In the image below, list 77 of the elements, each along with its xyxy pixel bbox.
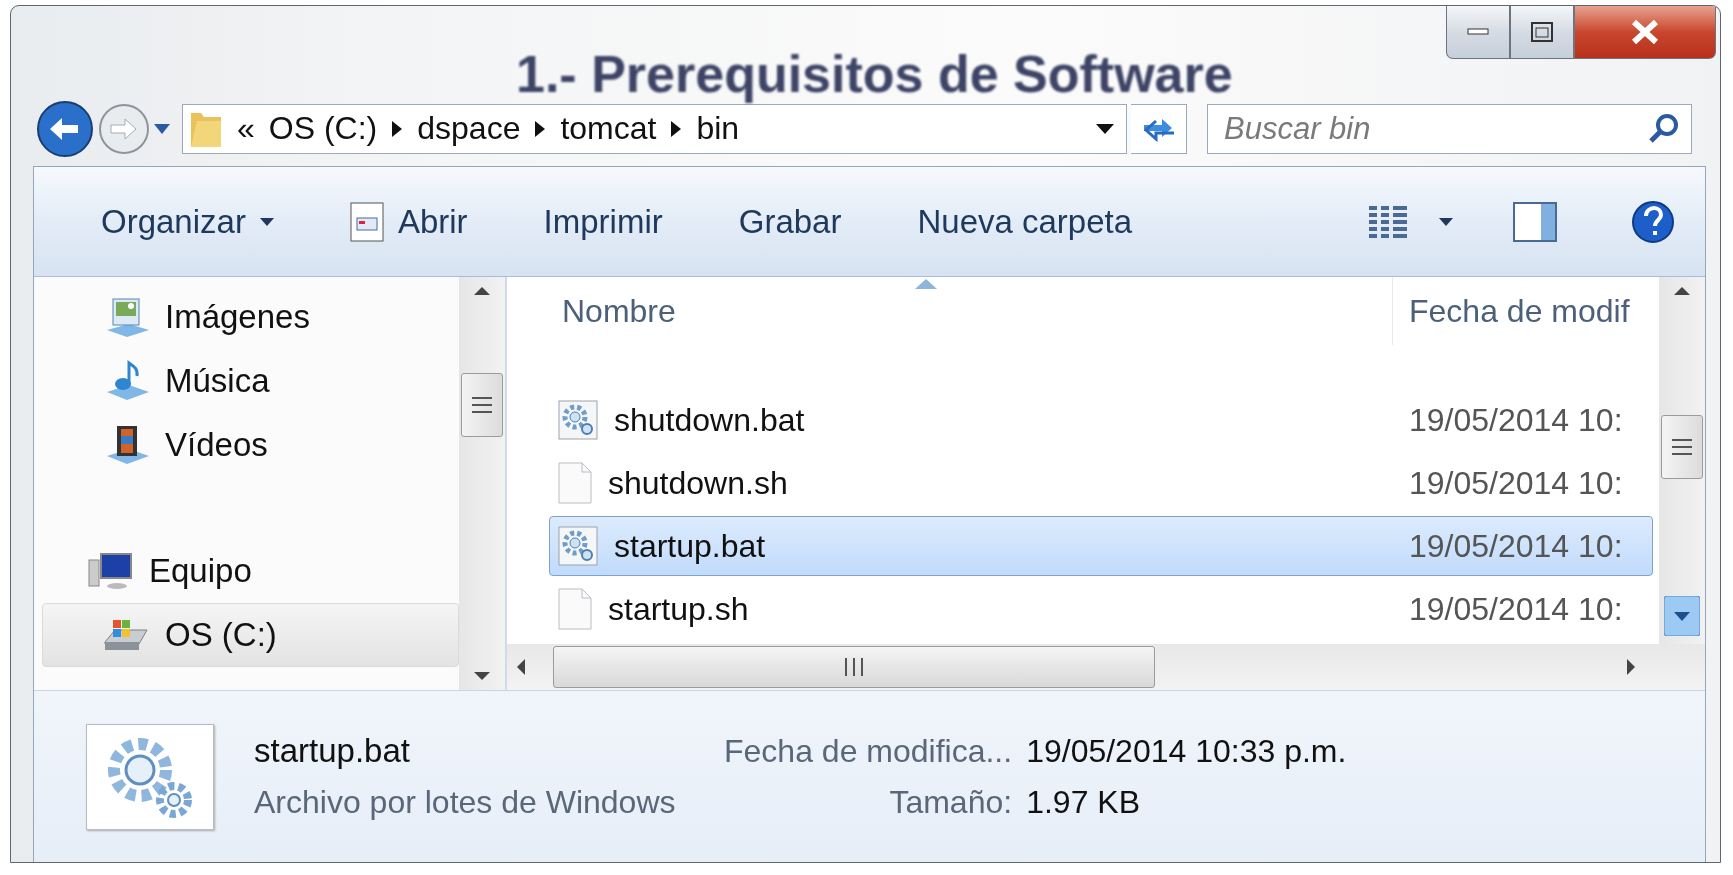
- chevron-right-icon[interactable]: [391, 120, 404, 137]
- address-bar[interactable]: « OS (C:) dspace tomcat bin: [182, 103, 1127, 154]
- file-type: Archivo por lotes de Windows: [254, 784, 677, 821]
- breadcrumb[interactable]: tomcat: [560, 110, 657, 147]
- breadcrumb[interactable]: OS (C:): [268, 110, 378, 147]
- help-icon[interactable]: [1631, 199, 1675, 244]
- file-name: startup.bat: [614, 527, 766, 565]
- breadcrumb[interactable]: bin: [696, 110, 740, 147]
- program-window-icon: [349, 201, 384, 242]
- toolbar-button[interactable]: Imprimir: [531, 194, 675, 249]
- file-row[interactable]: shutdown.bat 19/05/2014 10:: [549, 390, 1653, 450]
- history-dropdown-icon[interactable]: [154, 123, 170, 134]
- scroll-up-icon[interactable]: [1674, 285, 1690, 297]
- gear-file-icon: [558, 526, 598, 566]
- file-row[interactable]: startup.bat 19/05/2014 10:: [549, 516, 1653, 576]
- scroll-thumb[interactable]: [1661, 414, 1703, 479]
- nav-item[interactable]: Imágenes: [42, 285, 459, 349]
- nav-item[interactable]: Música: [42, 349, 459, 413]
- background-heading: 1.- Prerequisitos de Software: [516, 44, 1233, 104]
- scroll-left-icon[interactable]: [515, 659, 527, 675]
- nav-item[interactable]: OS (C:): [42, 603, 459, 667]
- caret-icon[interactable]: [1439, 217, 1453, 226]
- scroll-thumb[interactable]: [461, 373, 503, 438]
- scroll-thumb[interactable]: [553, 646, 1155, 688]
- file-row[interactable]: startup.sh 19/05/2014 10:: [549, 579, 1653, 639]
- toolbar-button[interactable]: Abrir: [337, 193, 480, 250]
- file-name: shutdown.sh: [608, 464, 788, 502]
- minimize-button[interactable]: [1446, 6, 1510, 59]
- scroll-down-icon[interactable]: [1664, 596, 1700, 636]
- scrollbar[interactable]: [459, 277, 505, 690]
- file-date: 19/05/2014 10:: [1408, 401, 1623, 439]
- nav-item[interactable]: Vídeos: [42, 413, 459, 477]
- column-header[interactable]: Fecha de modif: [1393, 277, 1659, 345]
- scrollbar[interactable]: [1659, 277, 1705, 644]
- scroll-down-icon[interactable]: [474, 670, 490, 682]
- column-header[interactable]: Nombre: [507, 277, 1392, 345]
- file-row[interactable]: shutdown.sh 19/05/2014 10:: [549, 453, 1653, 513]
- grip-icon: [843, 658, 865, 676]
- dropdown-caret-icon[interactable]: [1096, 123, 1114, 134]
- property-value: 19/05/2014 10:33 p.m.: [1026, 732, 1347, 770]
- maximize-button[interactable]: [1510, 6, 1574, 59]
- selected-file-name: startup.bat: [254, 732, 411, 770]
- search-field[interactable]: Buscar bin: [1207, 103, 1692, 154]
- toolbar-button[interactable]: Nueva carpeta: [905, 194, 1145, 249]
- breadcrumb[interactable]: dspace: [417, 110, 521, 147]
- toolbar-button[interactable]: Grabar: [726, 194, 854, 249]
- chevron-right-icon[interactable]: [534, 120, 547, 137]
- caret-icon: [259, 217, 274, 226]
- property-label: Fecha de modifica...: [724, 732, 1013, 770]
- file-date: 19/05/2014 10:: [1408, 464, 1623, 502]
- scroll-up-icon[interactable]: [474, 285, 490, 297]
- file-name: startup.sh: [608, 590, 749, 628]
- horizontal-scrollbar[interactable]: [507, 644, 1705, 690]
- grip-icon: [472, 396, 492, 415]
- property-label: Tamaño:: [888, 783, 1013, 821]
- organize-menu[interactable]: Organizar: [89, 194, 286, 249]
- maximize-icon: [1531, 22, 1553, 42]
- property-value: 1.97 KB: [1026, 783, 1141, 821]
- nav-item[interactable]: Equipo: [42, 539, 459, 603]
- gear-file-icon: [558, 400, 598, 440]
- file-date: 19/05/2014 10:: [1408, 527, 1623, 565]
- scroll-right-icon[interactable]: [1625, 659, 1637, 675]
- file-date: 19/05/2014 10:: [1408, 590, 1623, 628]
- preview-pane-icon[interactable]: [1513, 201, 1557, 242]
- search-icon[interactable]: [1648, 112, 1680, 145]
- grip-icon: [1672, 437, 1692, 456]
- close-button[interactable]: [1574, 6, 1716, 59]
- chevron-right-icon[interactable]: [670, 120, 683, 137]
- file-icon: [558, 588, 592, 630]
- breadcrumb-overflow[interactable]: «: [237, 110, 255, 147]
- close-icon: [1630, 19, 1660, 45]
- refresh-button[interactable]: [1131, 103, 1187, 154]
- minimize-icon: [1467, 28, 1489, 36]
- view-list-icon[interactable]: [1369, 205, 1409, 238]
- file-icon: [558, 462, 592, 504]
- computer-icon: [87, 550, 135, 592]
- file-name: shutdown.bat: [614, 401, 805, 439]
